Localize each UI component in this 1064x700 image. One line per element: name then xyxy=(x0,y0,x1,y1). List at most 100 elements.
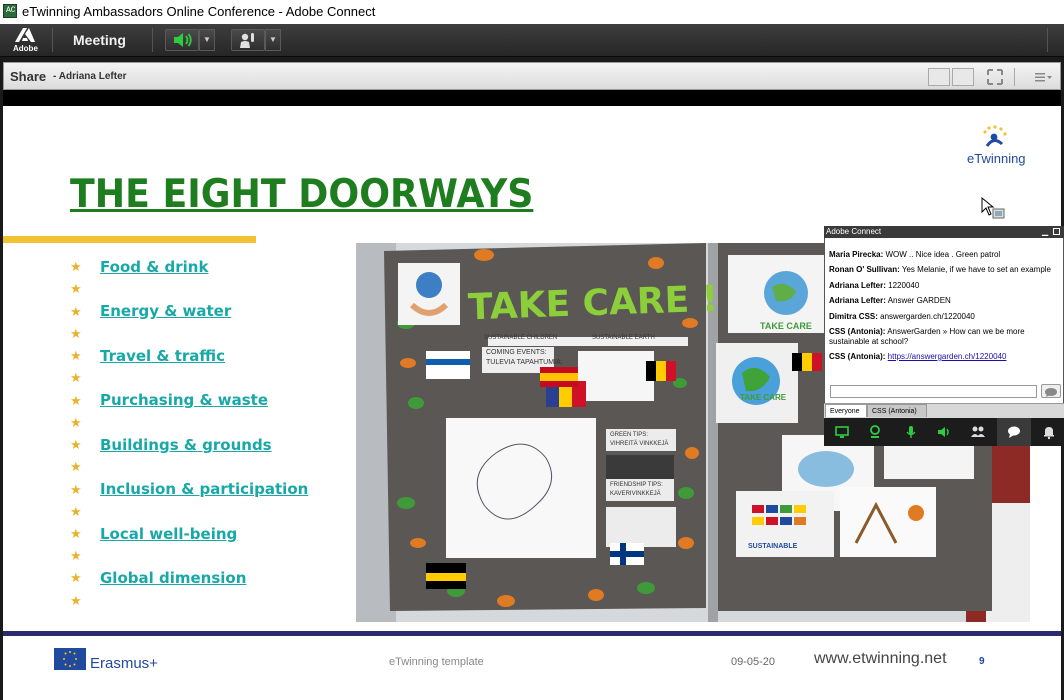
attendees-icon[interactable] xyxy=(970,424,986,440)
chat-send-button[interactable] xyxy=(1041,384,1061,398)
speaker-icon[interactable] xyxy=(936,424,952,440)
star-bullet-icon: ★ xyxy=(70,393,82,408)
chat-message: Adriana Lefter: 1220040 xyxy=(829,281,1057,291)
adobe-brand-label: Adobe xyxy=(13,44,38,53)
star-bullet-icon: ★ xyxy=(70,504,82,519)
doorway-link-local-well-being[interactable]: Local well-being xyxy=(100,525,237,543)
footer-template-label: eTwinning template xyxy=(389,656,484,668)
chat-icon[interactable] xyxy=(1006,424,1022,440)
star-bullet-icon: ★ xyxy=(70,370,82,385)
fullscreen-icon[interactable] xyxy=(986,68,1004,86)
chat-message: Adriana Lefter: Answer GARDEN xyxy=(829,296,1057,306)
chat-message-author: CSS (Antonia): xyxy=(829,327,886,336)
star-bullet-icon: ★ xyxy=(70,526,82,541)
board-right-drawing-label-2: TAKE CARE xyxy=(740,393,787,402)
board-heading-text: TAKE CARE ! xyxy=(467,278,719,329)
fit-width-button[interactable] xyxy=(928,68,950,86)
window-title: eTwinning Ambassadors Online Conference … xyxy=(22,4,376,19)
chat-message-text: answergarden.ch/1220040 xyxy=(880,312,975,321)
chat-message-author: Maria Pirecka: xyxy=(829,250,884,259)
camera-icon[interactable] xyxy=(834,424,850,440)
menu-separator xyxy=(1047,28,1048,52)
board-events-label-fi: TULEVIA TAPAHTUMIA: xyxy=(486,359,563,366)
pod-separator xyxy=(1014,68,1015,86)
doorway-link-inclusion-participation[interactable]: Inclusion & participation xyxy=(100,480,308,498)
star-bullet-icon: ★ xyxy=(70,326,82,341)
chat-message: Dimitra CSS: answergarden.ch/1220040 xyxy=(829,312,1057,322)
notification-icon[interactable] xyxy=(1041,424,1057,440)
chat-tab-everyone[interactable]: Everyone xyxy=(825,404,867,417)
board-tag-earth: SUSTAINABLE EARTH xyxy=(592,335,655,341)
star-bullet-icon: ★ xyxy=(70,593,82,608)
board-friendship-tips-fi: KAVERIVINKKEJÄ xyxy=(610,491,661,497)
chat-message: Maria Pirecka: WOW .. Nice idea . Green … xyxy=(829,250,1057,260)
doorway-link-energy-water[interactable]: Energy & water xyxy=(100,302,231,320)
etwinning-logo-text: eTwinning xyxy=(967,151,1026,166)
microphone-icon[interactable] xyxy=(903,424,919,440)
chat-message-author: Dimitra CSS: xyxy=(829,312,878,321)
doorway-link-travel-traffic[interactable]: Travel & traffic xyxy=(100,347,225,365)
speaker-icon xyxy=(174,33,192,47)
doorway-link-global-dimension[interactable]: Global dimension xyxy=(100,569,246,587)
share-top-border xyxy=(3,90,1061,106)
chat-message: CSS (Antonia): AnswerGarden » How can we… xyxy=(829,327,1057,347)
footer-website-url: www.etwinning.net xyxy=(814,650,947,667)
adobe-connect-app-icon: AC xyxy=(3,4,17,18)
star-bullet-icon: ★ xyxy=(70,348,82,363)
share-pod-header xyxy=(3,62,1061,90)
chat-message: CSS (Antonia): https://answergarden.ch/1… xyxy=(829,352,1057,362)
board-friendship-tips: FRIENDSHIP TIPS: xyxy=(610,482,663,488)
speaker-toggle-button[interactable] xyxy=(165,29,199,51)
chat-message-text: 1220040 xyxy=(888,281,920,290)
doorway-link-buildings-grounds[interactable]: Buildings & grounds xyxy=(100,436,272,454)
slide-title: THE EIGHT DOORWAYS xyxy=(70,172,534,217)
app-icon-text: AC xyxy=(6,6,16,15)
board-right-drawing-label: TAKE CARE xyxy=(760,321,812,331)
star-bullet-icon: ★ xyxy=(70,437,82,452)
chat-message-author: Adriana Lefter: xyxy=(829,296,886,305)
star-bullet-icon: ★ xyxy=(70,415,82,430)
chat-pod-title: Adobe Connect xyxy=(826,227,882,236)
menu-bar xyxy=(0,24,1064,57)
slide-page-number: 9 xyxy=(979,656,985,667)
star-bullet-icon: ★ xyxy=(70,482,82,497)
chat-maximize-icon[interactable] xyxy=(1053,228,1060,235)
menu-separator xyxy=(152,28,153,52)
chat-send-icon xyxy=(1045,388,1057,397)
board-sustainable-label: SUSTAINABLE xyxy=(748,543,798,550)
status-options-dropdown[interactable]: ▼ xyxy=(265,29,281,51)
chat-message-text: WOW .. Nice idea . Green patrol xyxy=(885,250,1001,259)
chat-message-link[interactable]: https://answergarden.ch/1220040 xyxy=(888,352,1007,361)
chat-tab-css-antonia[interactable]: CSS (Antonia) xyxy=(867,404,927,417)
chat-message-input[interactable] xyxy=(830,385,1037,398)
raise-hand-icon xyxy=(240,33,254,48)
board-green-tips: GREEN TIPS: xyxy=(610,432,648,438)
board-tag-children: SUSTAINABLE CHILDREN xyxy=(484,335,558,341)
pod-options-menu-icon[interactable] xyxy=(1035,71,1053,83)
chat-message-author: Ronan O' Sullivan: xyxy=(829,265,900,274)
eu-flag-icon xyxy=(54,648,86,670)
chat-message-text: Answer GARDEN xyxy=(887,296,951,305)
chat-minimize-icon[interactable]: ▁ xyxy=(1042,227,1049,236)
chat-message-author: CSS (Antonia): xyxy=(829,352,886,361)
fit-page-button[interactable] xyxy=(952,68,974,86)
slide-footer-rule xyxy=(3,631,1061,636)
doorway-link-purchasing-waste[interactable]: Purchasing & waste xyxy=(100,391,268,409)
chat-message-text: Yes Melanie, if we have to set an exampl… xyxy=(901,265,1051,274)
share-presenter-name: - Adriana Lefter xyxy=(53,71,127,82)
board-green-tips-fi: VIHREITÄ VINKKEJÄ xyxy=(610,441,669,447)
share-pod-title: Share xyxy=(10,69,47,84)
meeting-menu[interactable]: Meeting xyxy=(73,32,126,48)
menu-separator xyxy=(52,28,53,52)
star-bullet-icon: ★ xyxy=(70,570,82,585)
chat-message: Ronan O' Sullivan: Yes Melanie, if we ha… xyxy=(829,265,1057,275)
board-events-label: COMING EVENTS: xyxy=(486,349,547,356)
star-bullet-icon: ★ xyxy=(70,281,82,296)
speaker-options-dropdown[interactable]: ▼ xyxy=(199,29,215,51)
doorway-link-food-drink[interactable]: Food & drink xyxy=(100,258,208,276)
mouse-cursor-icon xyxy=(981,197,1005,219)
star-bullet-icon: ★ xyxy=(70,548,82,563)
webcam-icon[interactable] xyxy=(867,424,883,440)
raise-hand-button[interactable] xyxy=(231,29,265,51)
star-bullet-icon: ★ xyxy=(70,259,82,274)
